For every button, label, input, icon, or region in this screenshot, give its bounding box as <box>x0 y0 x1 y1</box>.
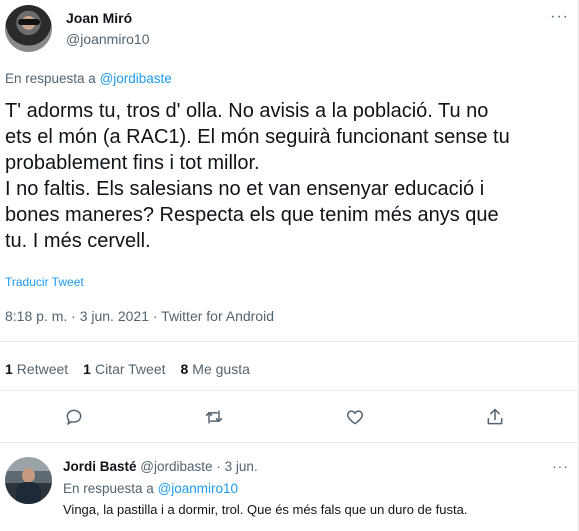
engagement-stats: 1 Retweet 1 Citar Tweet 8 Me gusta <box>5 361 265 377</box>
likes-stat[interactable]: 8 Me gusta <box>181 361 250 377</box>
reply-author-avatar[interactable] <box>5 457 52 504</box>
reply-header: Jordi Basté @jordibaste · 3 jun. <box>63 459 258 474</box>
reply-icon[interactable] <box>62 405 86 429</box>
reply-more-options-icon[interactable]: ··· <box>552 458 569 474</box>
likes-label: Me gusta <box>192 361 250 377</box>
retweets-count: 1 <box>5 361 13 377</box>
reply-text: Vinga, la pastilla i a dormir, trol. Que… <box>63 502 468 517</box>
quotes-stat[interactable]: 1 Citar Tweet <box>83 361 165 377</box>
retweets-label: Retweet <box>16 361 69 377</box>
reply-context: En respuesta a @jordibaste <box>5 71 172 86</box>
reply-reply-to-link[interactable]: @joanmiro10 <box>158 481 239 496</box>
share-icon[interactable] <box>483 405 507 429</box>
translate-tweet-link[interactable]: Traducir Tweet <box>5 275 84 289</box>
more-options-icon[interactable]: ··· <box>550 8 569 26</box>
reply-to-link[interactable]: @jordibaste <box>100 71 172 86</box>
reply-time[interactable]: 3 jun. <box>225 459 258 474</box>
reply-author-handle[interactable]: @jordibaste <box>140 459 212 474</box>
reply-prefix: En respuesta a <box>5 71 100 86</box>
separator: · <box>216 459 225 474</box>
divider <box>0 341 579 342</box>
retweet-icon[interactable] <box>202 405 226 429</box>
author-avatar[interactable] <box>5 5 52 52</box>
author-name[interactable]: Joan Miró <box>66 10 132 26</box>
tweet-text: T' adorms tu, tros d' olla. No avisis a … <box>5 100 510 252</box>
author-handle[interactable]: @joanmiro10 <box>66 31 149 47</box>
action-bar <box>0 405 579 429</box>
reply-author-name[interactable]: Jordi Basté <box>63 459 137 474</box>
like-icon[interactable] <box>343 405 367 429</box>
quotes-count: 1 <box>83 361 91 377</box>
quotes-label: Citar Tweet <box>94 361 166 377</box>
divider <box>0 442 579 443</box>
reply-reply-context: En respuesta a @joanmiro10 <box>63 481 238 496</box>
retweets-stat[interactable]: 1 Retweet <box>5 361 68 377</box>
likes-count: 8 <box>180 361 189 377</box>
divider <box>0 390 579 391</box>
reply-reply-prefix: En respuesta a <box>63 481 158 496</box>
tweet-metadata: 8:18 p. m. · 3 jun. 2021 · Twitter for A… <box>5 308 274 324</box>
